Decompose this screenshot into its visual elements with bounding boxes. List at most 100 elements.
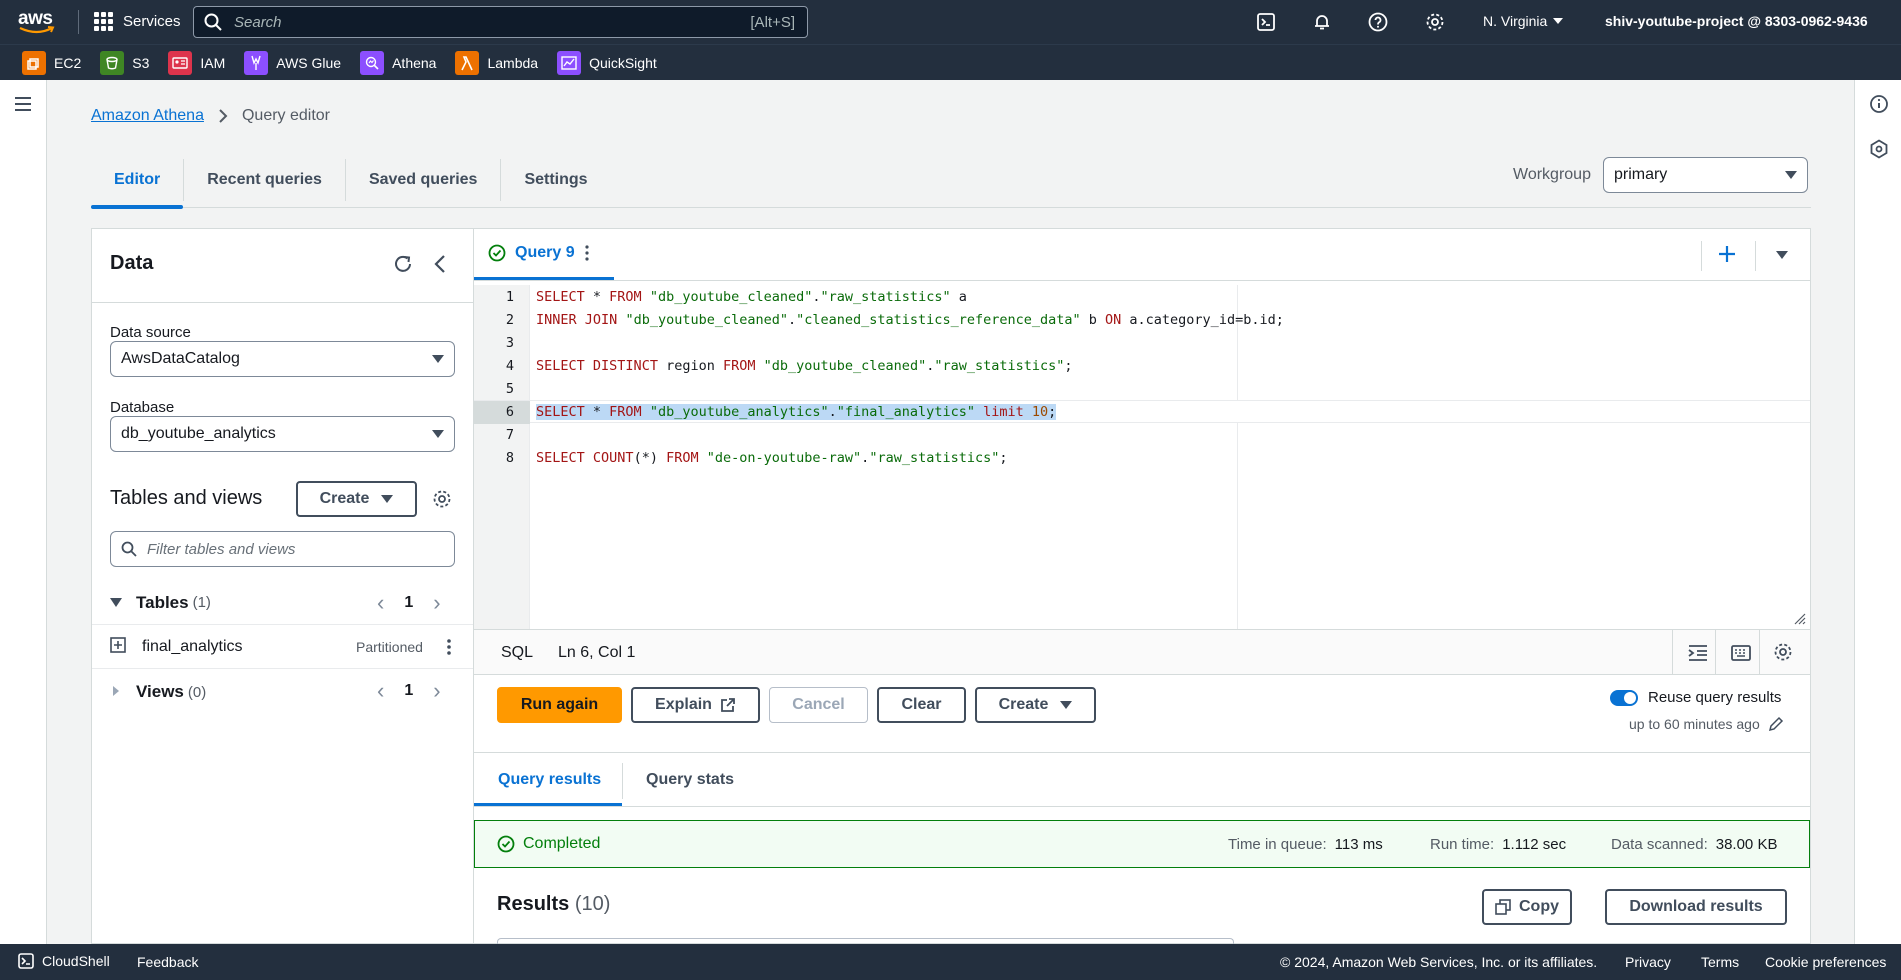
caret-down-icon: [110, 598, 122, 607]
code-line: 3: [505, 334, 514, 351]
cursor-position: Ln 6, Col 1: [558, 644, 636, 661]
code-line: 7: [505, 426, 514, 443]
caret-down-icon: [432, 355, 444, 363]
caret-down-icon: [432, 430, 444, 438]
help-icon[interactable]: [1368, 12, 1388, 32]
reuse-results-age: up to 60 minutes ago: [1629, 716, 1784, 732]
keyboard-icon[interactable]: [1730, 642, 1752, 664]
code-line-active: 6 SELECT * FROM "db_youtube_analytics"."…: [474, 400, 1810, 424]
copyright-text: © 2024, Amazon Web Services, Inc. or its…: [1280, 954, 1598, 970]
run-again-button[interactable]: Run again: [497, 687, 622, 723]
breadcrumb-athena-link[interactable]: Amazon Athena: [91, 107, 204, 125]
code-line: 5: [505, 380, 514, 397]
tab-query-results[interactable]: Query results: [498, 771, 601, 789]
search-input[interactable]: Search [Alt+S]: [193, 6, 808, 38]
account-menu[interactable]: shiv-youtube-project @ 8303-0962-9436: [1605, 13, 1868, 29]
gear-icon[interactable]: [1425, 12, 1445, 32]
caret-right-icon: [112, 684, 120, 701]
resize-handle-icon[interactable]: [1794, 613, 1806, 625]
fav-glue[interactable]: AWS Glue: [244, 50, 341, 75]
privacy-link[interactable]: Privacy: [1625, 954, 1671, 970]
editor-settings-gear-icon[interactable]: [1773, 642, 1795, 664]
feedback-link[interactable]: Feedback: [137, 954, 198, 970]
tab-editor[interactable]: Editor: [91, 159, 185, 209]
tab-query-stats[interactable]: Query stats: [646, 771, 734, 789]
expand-plus-icon[interactable]: [110, 637, 126, 657]
chevron-right-icon: [219, 109, 228, 123]
prev-page-icon[interactable]: ‹: [377, 678, 384, 704]
query-tab-bar: Query 9: [474, 229, 1810, 281]
cookie-preferences-link[interactable]: Cookie preferences: [1765, 954, 1886, 970]
smile-icon: [19, 26, 55, 34]
prev-page-icon[interactable]: ‹: [377, 590, 384, 616]
fav-s3[interactable]: S3: [100, 50, 149, 75]
copy-icon: [1495, 899, 1511, 915]
clear-button[interactable]: Clear: [877, 687, 966, 723]
caret-down-icon: [1553, 18, 1564, 24]
language-label: SQL: [501, 644, 534, 661]
query-tab[interactable]: Query 9: [488, 244, 590, 262]
results-title: Results (10): [497, 893, 611, 915]
glue-icon: [244, 50, 269, 75]
fav-athena[interactable]: Athena: [360, 50, 436, 75]
fav-lambda[interactable]: Lambda: [455, 50, 538, 75]
collapse-panel-icon[interactable]: [432, 253, 448, 279]
gear-icon[interactable]: [432, 489, 452, 513]
breadcrumb: Amazon Athena Query editor: [91, 107, 330, 125]
cloudshell-icon[interactable]: [1256, 12, 1276, 32]
format-query-icon[interactable]: [1687, 642, 1709, 664]
info-icon[interactable]: [1869, 94, 1889, 118]
cloudshell-link[interactable]: CloudShell: [18, 953, 110, 969]
database-label: Database: [110, 399, 175, 416]
data-source-select[interactable]: AwsDataCatalog: [110, 341, 455, 377]
top-navigation: aws Services Search [Alt+S] N. Virginia …: [0, 0, 1901, 44]
query-status-banner: Completed Time in queue: 113 ms Run time:…: [474, 820, 1810, 868]
code-line: 8 SELECT COUNT(*) FROM "de-on-youtube-ra…: [505, 449, 1008, 466]
create-button[interactable]: Create: [975, 687, 1096, 723]
copy-button[interactable]: Copy: [1482, 889, 1572, 925]
next-page-icon[interactable]: ›: [433, 678, 440, 704]
settings-hex-icon[interactable]: [1869, 139, 1889, 163]
terms-link[interactable]: Terms: [1701, 954, 1739, 970]
create-table-button[interactable]: Create: [296, 481, 417, 517]
more-options-icon[interactable]: [584, 244, 590, 262]
athena-icon: [360, 50, 385, 75]
cancel-button[interactable]: Cancel: [769, 687, 868, 723]
external-link-icon: [721, 698, 735, 712]
tab-settings[interactable]: Settings: [501, 159, 610, 201]
next-page-icon[interactable]: ›: [433, 590, 440, 616]
query-tabs-dropdown-icon[interactable]: [1776, 251, 1788, 259]
code-line: 2 INNER JOIN "db_youtube_cleaned"."clean…: [505, 311, 1284, 328]
right-rail: [1854, 80, 1901, 944]
fav-ec2[interactable]: EC2: [22, 50, 81, 75]
caret-down-icon: [1784, 171, 1797, 179]
fav-iam[interactable]: IAM: [168, 50, 225, 75]
explain-button[interactable]: Explain: [631, 687, 760, 723]
search-icon: [204, 13, 222, 31]
hamburger-menu-icon[interactable]: [14, 96, 32, 116]
download-results-button[interactable]: Download results: [1605, 889, 1787, 925]
services-menu[interactable]: Services: [94, 12, 181, 31]
aws-logo[interactable]: aws: [18, 8, 58, 36]
reuse-results-toggle[interactable]: [1610, 689, 1638, 706]
more-options-icon[interactable]: [446, 638, 452, 660]
tab-recent-queries[interactable]: Recent queries: [184, 159, 346, 201]
add-query-icon[interactable]: [1717, 244, 1737, 268]
filter-tables-input[interactable]: Filter tables and views: [110, 531, 455, 567]
edit-pencil-icon[interactable]: [1768, 716, 1784, 732]
caret-down-icon: [381, 495, 394, 503]
workgroup: Workgroup primary: [1513, 157, 1808, 193]
bell-icon[interactable]: [1312, 12, 1332, 32]
table-item-final-analytics[interactable]: final_analytics Partitioned: [92, 626, 474, 669]
ec2-icon: [22, 50, 46, 75]
code-area[interactable]: 1 SELECT * FROM "db_youtube_cleaned"."ra…: [474, 285, 1810, 629]
workgroup-select[interactable]: primary: [1602, 157, 1808, 193]
tab-saved-queries[interactable]: Saved queries: [346, 159, 502, 201]
region-selector[interactable]: N. Virginia: [1483, 13, 1564, 29]
cloudshell-icon: [18, 953, 34, 969]
code-line: 1 SELECT * FROM "db_youtube_cleaned"."ra…: [505, 288, 967, 305]
tables-pagination: ‹ 1 ›: [377, 590, 441, 616]
refresh-icon[interactable]: [392, 253, 414, 279]
database-select[interactable]: db_youtube_analytics: [110, 416, 455, 452]
fav-quicksight[interactable]: QuickSight: [557, 50, 657, 75]
